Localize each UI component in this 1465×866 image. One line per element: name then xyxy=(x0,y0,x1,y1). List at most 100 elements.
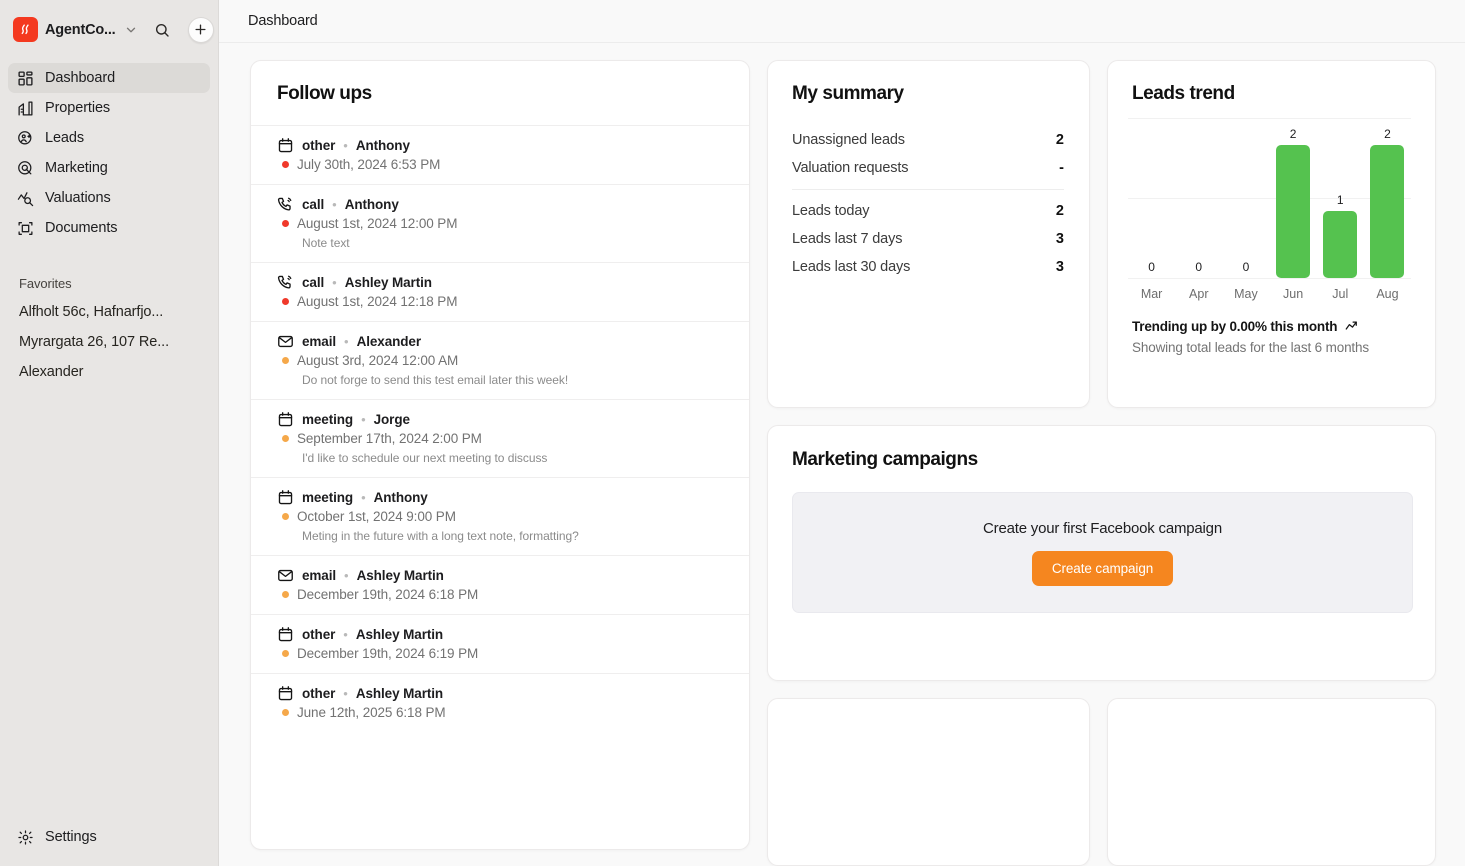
follow-up-item[interactable]: email • Alexander August 3rd, 2024 12:00 AM… xyxy=(251,321,749,399)
sidebar-item-documents[interactable]: Documents xyxy=(8,213,210,243)
leads-trend-footer: Trending up by 0.00% this month Showing … xyxy=(1128,301,1411,355)
summary-row[interactable]: Unassigned leads 2 xyxy=(792,126,1064,154)
right-column: My summary Unassigned leads 2 Valuation … xyxy=(767,60,1436,866)
search-icon[interactable] xyxy=(149,17,175,43)
summary-row-label: Leads last 7 days xyxy=(792,231,903,247)
favorite-item[interactable]: Myrargata 26, 107 Re... xyxy=(0,327,218,357)
bar[interactable] xyxy=(1370,144,1405,278)
summary-row-label: Leads last 30 days xyxy=(792,259,911,275)
leads-trend-title: Leads trend xyxy=(1132,83,1235,104)
bar-slot[interactable]: 0 xyxy=(1222,118,1269,278)
page-title: Dashboard xyxy=(248,13,318,29)
follow-up-subrow: August 1st, 2024 12:00 PM xyxy=(277,216,723,231)
summary-row-value: 2 xyxy=(1055,132,1064,148)
follow-up-type: meeting xyxy=(302,412,354,427)
sidebar-item-settings[interactable]: Settings xyxy=(8,822,210,852)
app-root: AgentCo... Dashboard Properties Leads Ma… xyxy=(0,0,1465,866)
marketing-empty-text: Create your first Facebook campaign xyxy=(983,519,1222,537)
sidebar-item-label: Marketing xyxy=(45,160,108,176)
sidebar-item-valuations[interactable]: Valuations xyxy=(8,183,210,213)
my-summary-list: Unassigned leads 2 Valuation requests - … xyxy=(792,126,1064,281)
bar-slot[interactable]: 2 xyxy=(1270,118,1317,278)
follow-up-item[interactable]: other • Ashley Martin June 12th, 2025 6:18 … xyxy=(251,673,749,732)
bar[interactable] xyxy=(1276,144,1311,278)
follow-up-header: email • Ashley Martin xyxy=(277,567,723,584)
bar-value-label: 2 xyxy=(1289,126,1297,141)
follow-up-separator: • xyxy=(343,686,348,701)
follow-up-item[interactable]: email • Ashley Martin December 19th, 2024 6… xyxy=(251,555,749,614)
leads-trend-chart: 0 0 0 2 1 2 xyxy=(1128,118,1411,279)
placeholder-card-left xyxy=(767,698,1090,866)
favorites-heading: Favorites xyxy=(19,276,72,291)
calendar-icon xyxy=(277,626,294,643)
dashboard-grid-icon xyxy=(18,70,33,86)
follow-up-subrow: September 17th, 2024 2:00 PM xyxy=(277,431,723,446)
person-add-icon xyxy=(18,130,32,144)
favorite-item[interactable]: Alfholt 56c, Hafnarfjo... xyxy=(0,297,218,327)
favorite-item[interactable]: Alexander xyxy=(0,357,218,387)
follow-up-type: other xyxy=(302,686,336,701)
summary-row[interactable]: Leads last 30 days 3 xyxy=(792,253,1064,281)
main-area: Dashboard Follow ups other • Anthony July 3… xyxy=(219,0,1465,866)
favorites-list: Alfholt 56c, Hafnarfjo... Myrargata 26, … xyxy=(0,297,218,387)
sidebar-item-dashboard[interactable]: Dashboard xyxy=(8,63,210,93)
follow-up-item[interactable]: other • Ashley Martin December 19th, 2024 6… xyxy=(251,614,749,673)
follow-up-subrow: October 1st, 2024 9:00 PM xyxy=(277,509,723,524)
marketing-campaigns-card: Marketing campaigns Create your first Fa… xyxy=(767,425,1436,681)
summary-row-label: Unassigned leads xyxy=(792,132,905,148)
flame-logo-icon[interactable] xyxy=(13,17,38,42)
status-dot xyxy=(282,435,289,442)
follow-up-date: October 1st, 2024 9:00 PM xyxy=(297,509,456,524)
dashboard-content: Follow ups other • Anthony July 30th, 2024 … xyxy=(219,43,1465,866)
summary-row-value: 3 xyxy=(1055,259,1064,275)
calendar-icon xyxy=(277,489,294,506)
follow-up-type: call xyxy=(302,275,325,290)
bar[interactable] xyxy=(1323,211,1358,278)
status-dot xyxy=(282,161,289,168)
follow-up-person: Ashley Martin xyxy=(355,686,444,701)
plus-icon[interactable] xyxy=(187,16,214,43)
building-icon xyxy=(18,100,33,116)
follow-up-separator: • xyxy=(361,412,366,427)
sidebar-item-label: Properties xyxy=(45,100,111,116)
follow-up-note: Do not forge to send this test email lat… xyxy=(302,373,569,387)
status-dot xyxy=(282,709,289,716)
follow-up-item[interactable]: meeting • Anthony October 1st, 2024 9:00 PM… xyxy=(251,477,749,555)
sidebar-item-leads[interactable]: Leads xyxy=(8,123,210,153)
marketing-empty-state: Create your first Facebook campaign Crea… xyxy=(792,492,1413,613)
follow-up-date: September 17th, 2024 2:00 PM xyxy=(297,431,482,446)
sidebar-item-label: Dashboard xyxy=(45,70,116,86)
brand-name[interactable]: AgentCo... xyxy=(45,22,116,38)
chart-x-axis: Mar Apr May Jun Jul Aug xyxy=(1128,287,1411,301)
summary-row-value: 3 xyxy=(1055,231,1064,247)
follow-up-item[interactable]: call • Anthony August 1st, 2024 12:00 PM Not… xyxy=(251,184,749,262)
create-campaign-button[interactable]: Create campaign xyxy=(1031,550,1174,586)
bar-value-label: 1 xyxy=(1336,193,1344,208)
my-summary-title: My summary xyxy=(792,83,904,104)
summary-row[interactable]: Valuation requests - xyxy=(792,154,1064,182)
bar-value-label: 0 xyxy=(1242,260,1250,274)
sidebar-item-label: Valuations xyxy=(45,190,111,206)
target-icon xyxy=(18,160,32,174)
status-dot xyxy=(282,650,289,657)
bar-slot[interactable]: 1 xyxy=(1317,118,1364,278)
sidebar-item-marketing[interactable]: Marketing xyxy=(8,153,210,183)
bar-slot[interactable]: 0 xyxy=(1175,118,1222,278)
follow-up-header: other • Ashley Martin xyxy=(277,626,723,643)
follow-up-person: Alexander xyxy=(356,334,421,349)
follow-up-item[interactable]: call • Ashley Martin August 1st, 2024 12:18… xyxy=(251,262,749,321)
summary-row[interactable]: Leads last 7 days 3 xyxy=(792,225,1064,253)
follow-up-item[interactable]: meeting • Jorge September 17th, 2024 2:00 P… xyxy=(251,399,749,477)
status-dot xyxy=(282,298,289,305)
sidebar-item-properties[interactable]: Properties xyxy=(8,93,210,123)
follow-up-subrow: July 30th, 2024 6:53 PM xyxy=(277,157,723,172)
follow-up-header: other • Ashley Martin xyxy=(277,685,723,702)
follow-up-separator: • xyxy=(344,568,349,583)
bar-slot[interactable]: 2 xyxy=(1364,118,1411,278)
bar-slot[interactable]: 0 xyxy=(1128,118,1175,278)
summary-row[interactable]: Leads today 2 xyxy=(792,197,1064,225)
chevron-down-icon[interactable] xyxy=(124,23,138,37)
follow-up-header: email • Alexander xyxy=(277,333,723,350)
follow-up-item[interactable]: other • Anthony July 30th, 2024 6:53 PM xyxy=(251,125,749,184)
sidebar-item-label: Leads xyxy=(45,130,85,146)
